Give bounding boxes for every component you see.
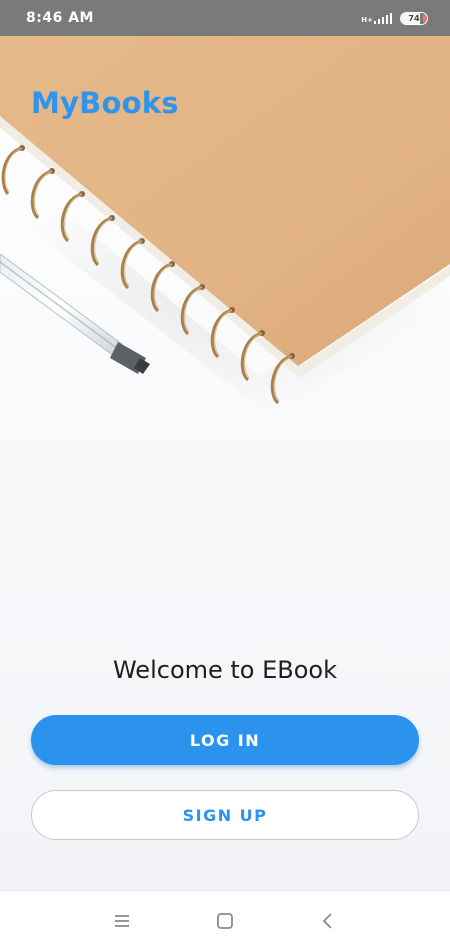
app-brand-title: MyBooks bbox=[31, 86, 179, 120]
status-bar: 8:46 AM H+ 74 bbox=[0, 0, 450, 36]
status-icons: H+ 74 bbox=[361, 11, 428, 25]
back-button[interactable] bbox=[308, 901, 348, 941]
login-button[interactable]: LOG IN bbox=[31, 715, 419, 765]
battery-percent: 74 bbox=[408, 13, 420, 23]
home-square-icon bbox=[217, 912, 233, 929]
back-chevron-icon bbox=[323, 912, 332, 929]
welcome-heading: Welcome to EBook bbox=[112, 656, 338, 684]
hero-background: MyBooks Welcome to EBook LOG IN SIGN UP bbox=[0, 36, 450, 890]
navigation-bar bbox=[0, 890, 450, 950]
menu-button[interactable] bbox=[102, 901, 142, 941]
battery-icon: 74 bbox=[400, 11, 428, 25]
home-button[interactable] bbox=[205, 901, 245, 941]
status-time: 8:46 AM bbox=[26, 10, 94, 26]
signal-icon: H+ bbox=[361, 12, 392, 24]
network-type: H+ bbox=[361, 16, 373, 24]
menu-icon bbox=[114, 914, 129, 927]
signup-button[interactable]: SIGN UP bbox=[31, 790, 419, 840]
